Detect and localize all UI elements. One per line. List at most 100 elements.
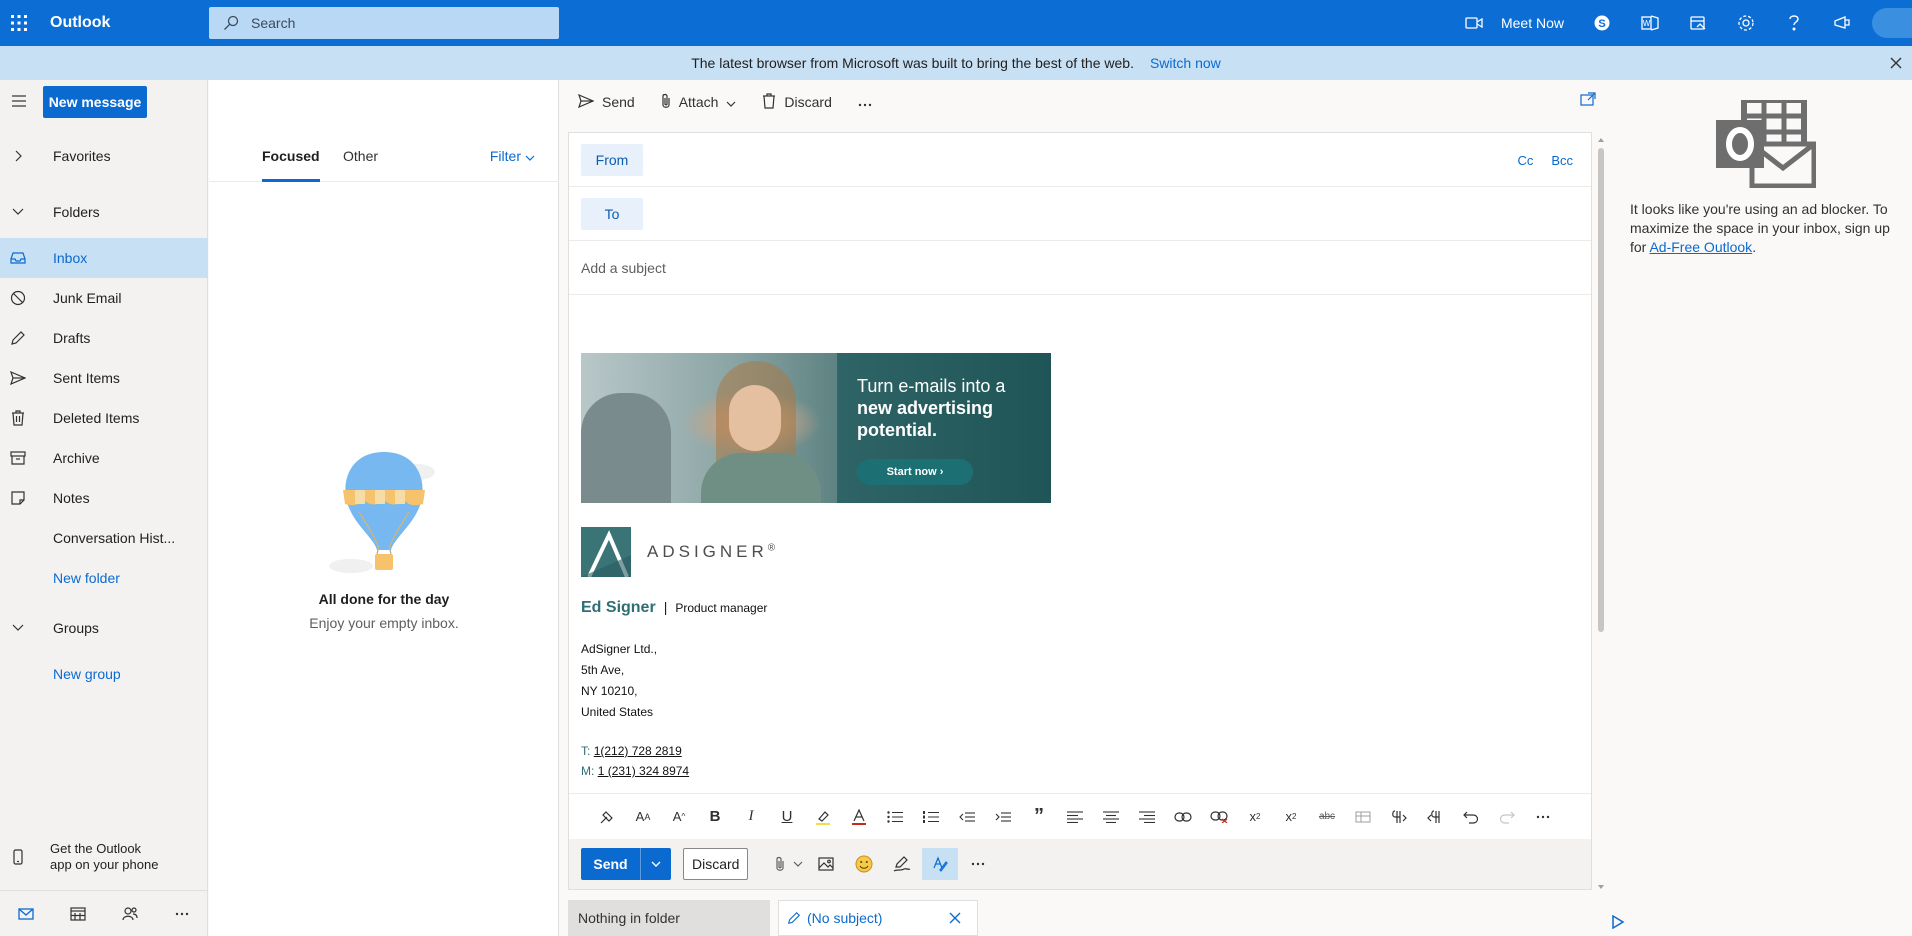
phone-m-link[interactable]: 1 (231) 324 8974 xyxy=(598,764,689,778)
signature-pen-icon[interactable] xyxy=(884,848,920,880)
emoji-icon[interactable] xyxy=(846,848,882,880)
format-painter-icon[interactable] xyxy=(589,802,625,832)
close-icon[interactable] xyxy=(1884,52,1908,74)
numbering-icon[interactable] xyxy=(913,802,949,832)
bold-icon[interactable]: B xyxy=(697,802,733,832)
sidebar-item-drafts[interactable]: Drafts xyxy=(0,318,208,358)
toolbar-discard-button[interactable]: Discard xyxy=(754,80,839,124)
new-folder-link[interactable]: New folder xyxy=(0,558,208,598)
sidebar-item-archive[interactable]: Archive xyxy=(0,438,208,478)
chevron-down-icon[interactable] xyxy=(641,848,671,880)
underline-icon[interactable]: U xyxy=(769,802,805,832)
font-size-icon[interactable]: A ^ xyxy=(661,802,697,832)
new-group-link[interactable]: New group xyxy=(0,654,208,694)
cc-link[interactable]: Cc xyxy=(1517,153,1533,168)
ad-choices-icon[interactable] xyxy=(1611,914,1625,932)
decrease-indent-icon[interactable] xyxy=(949,802,985,832)
align-right-icon[interactable] xyxy=(1129,802,1165,832)
more-formatting-icon[interactable] xyxy=(1525,802,1561,832)
subject-input[interactable]: Add a subject xyxy=(581,260,666,276)
to-button[interactable]: To xyxy=(581,197,643,230)
my-day-icon[interactable] xyxy=(1674,0,1722,46)
bcc-link[interactable]: Bcc xyxy=(1551,153,1573,168)
avatar[interactable] xyxy=(1872,8,1912,38)
close-icon[interactable] xyxy=(949,911,961,927)
app-title[interactable]: Outlook xyxy=(50,14,210,32)
skype-icon[interactable]: S xyxy=(1578,0,1626,46)
quote-icon[interactable]: ” xyxy=(1021,802,1057,832)
settings-gear-icon[interactable] xyxy=(1722,0,1770,46)
start-now-button[interactable]: Start now › xyxy=(857,459,973,485)
from-button[interactable]: From xyxy=(581,143,643,176)
message-body[interactable]: Turn e-mails into a new advertising pote… xyxy=(581,353,1571,781)
nothing-in-folder-tab[interactable]: Nothing in folder xyxy=(568,900,770,936)
pop-out-icon[interactable] xyxy=(1580,92,1596,109)
meet-now-button[interactable]: Meet Now xyxy=(1457,15,1578,31)
office-icon[interactable]: W xyxy=(1626,0,1674,46)
people-icon[interactable] xyxy=(104,891,156,936)
send-button[interactable]: Send xyxy=(581,848,641,880)
ad-free-outlook-link[interactable]: Ad-Free Outlook xyxy=(1649,239,1752,255)
align-center-icon[interactable] xyxy=(1093,802,1129,832)
undo-icon[interactable] xyxy=(1453,802,1489,832)
image-icon[interactable] xyxy=(808,848,844,880)
subject-row[interactable]: Add a subject xyxy=(569,241,1591,295)
toolbar-send-button[interactable]: Send xyxy=(570,80,643,124)
strikethrough-icon[interactable]: abc xyxy=(1309,802,1345,832)
rtl-icon[interactable] xyxy=(1417,802,1453,832)
scroll-up-icon[interactable] xyxy=(1596,135,1606,145)
phone-t-link[interactable]: 1(212) 728 2819 xyxy=(594,744,682,758)
sidebar-item-sent-items[interactable]: Sent Items xyxy=(0,358,208,398)
attach-button[interactable]: Attach xyxy=(653,80,745,124)
sidebar-item-deleted-items[interactable]: Deleted Items xyxy=(0,398,208,438)
highlight-icon[interactable] xyxy=(805,802,841,832)
pencil-icon xyxy=(0,330,36,346)
superscript-icon[interactable]: x2 xyxy=(1237,802,1273,832)
font-color-icon[interactable] xyxy=(841,802,877,832)
get-app-promo[interactable]: Get the Outlook app on your phone xyxy=(0,832,208,882)
bullets-icon[interactable] xyxy=(877,802,913,832)
draft-tab[interactable]: (No subject) xyxy=(778,900,978,936)
increase-indent-icon[interactable] xyxy=(985,802,1021,832)
tab-other[interactable]: Other xyxy=(343,130,378,182)
insert-table-icon[interactable] xyxy=(1345,802,1381,832)
discard-button[interactable]: Discard xyxy=(683,848,749,880)
feedback-megaphone-icon[interactable] xyxy=(1818,0,1866,46)
align-left-icon[interactable] xyxy=(1057,802,1093,832)
more-options-button[interactable] xyxy=(850,80,880,124)
editor-icon[interactable] xyxy=(922,848,959,880)
more-icon[interactable] xyxy=(960,848,996,880)
favorites-section[interactable]: Favorites xyxy=(0,136,208,176)
font-icon[interactable]: AA xyxy=(625,802,661,832)
filter-button[interactable]: Filter xyxy=(490,130,535,182)
chevron-down-icon[interactable] xyxy=(790,848,806,880)
more-icon[interactable] xyxy=(156,891,208,936)
search-box[interactable]: Search xyxy=(209,7,559,39)
compose-scrollbar[interactable] xyxy=(1596,132,1606,892)
calendar-icon[interactable] xyxy=(52,891,104,936)
switch-now-link[interactable]: Switch now xyxy=(1150,55,1221,71)
sidebar-item-inbox[interactable]: Inbox xyxy=(0,238,208,278)
sidebar-item-conversation-history[interactable]: Conversation Hist... xyxy=(0,518,208,558)
redo-icon[interactable] xyxy=(1489,802,1525,832)
subscript-icon[interactable]: x2 xyxy=(1273,802,1309,832)
mail-icon[interactable] xyxy=(0,891,52,936)
app-launcher-icon[interactable] xyxy=(0,0,38,46)
folders-section[interactable]: Folders xyxy=(0,192,208,232)
link-icon[interactable] xyxy=(1165,802,1201,832)
ad-banner-image[interactable]: Turn e-mails into a new advertising pote… xyxy=(581,353,1051,503)
sidebar-item-junk-email[interactable]: Junk Email xyxy=(0,278,208,318)
new-message-button[interactable]: New message xyxy=(43,86,147,118)
groups-section[interactable]: Groups xyxy=(0,608,208,648)
tab-focused[interactable]: Focused xyxy=(262,130,320,182)
scrollbar-thumb[interactable] xyxy=(1598,148,1604,632)
help-icon[interactable] xyxy=(1770,0,1818,46)
unlink-icon[interactable] xyxy=(1201,802,1237,832)
italic-icon[interactable]: I xyxy=(733,802,769,832)
hamburger-menu-icon[interactable] xyxy=(8,90,30,112)
sidebar-item-notes[interactable]: Notes xyxy=(0,478,208,518)
ltr-icon[interactable] xyxy=(1381,802,1417,832)
scroll-down-icon[interactable] xyxy=(1596,882,1606,892)
send-split-button[interactable]: Send xyxy=(581,848,671,880)
to-row[interactable]: To xyxy=(569,187,1591,241)
